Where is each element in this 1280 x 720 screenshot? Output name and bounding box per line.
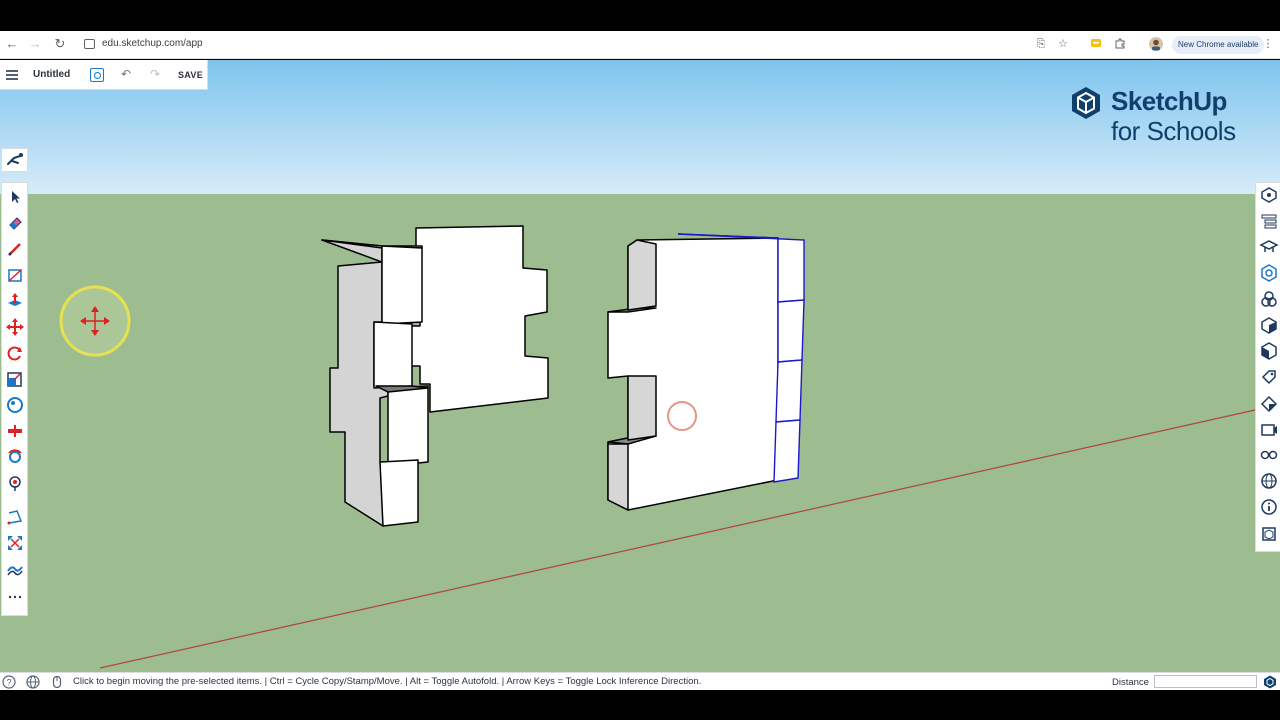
move-tool-icon[interactable] — [5, 317, 25, 337]
model-canvas[interactable] — [0, 60, 1280, 672]
display-icon[interactable] — [1259, 419, 1279, 439]
document-title[interactable]: Untitled — [33, 69, 70, 80]
eraser-tool-icon[interactable] — [5, 213, 25, 233]
materials-icon[interactable] — [1259, 289, 1279, 309]
instructor-icon[interactable] — [1259, 237, 1279, 257]
geo-location-icon[interactable] — [1259, 471, 1279, 491]
soften-edges-icon[interactable] — [1259, 393, 1279, 413]
sketchup-mini-logo-icon — [1264, 675, 1276, 689]
redo-icon[interactable]: ↷ — [150, 67, 160, 81]
logo-subtitle: for Schools — [1111, 116, 1236, 146]
extensions-puzzle-icon[interactable] — [1113, 37, 1127, 51]
pencil-tool-icon[interactable] — [5, 239, 25, 259]
outliner-icon[interactable] — [1259, 211, 1279, 231]
scenes-icon[interactable] — [1259, 341, 1279, 361]
status-toggle-icon[interactable] — [90, 68, 104, 82]
undo-icon[interactable]: ↶ — [121, 67, 131, 81]
sketchup-logo-mark-icon — [1072, 87, 1100, 119]
modeling-viewport[interactable]: Untitled ↶ ↷ SAVE SketchUp for Schools — [0, 60, 1280, 672]
right-panel-toolbar — [1255, 182, 1280, 552]
zoom-extents-tool-icon[interactable] — [5, 533, 25, 553]
update-chrome-button[interactable]: New Chrome available — [1172, 36, 1265, 54]
save-button[interactable]: SAVE — [178, 70, 203, 80]
address-bar[interactable]: edu.sketchup.com/app — [102, 38, 203, 49]
profile-avatar[interactable] — [1149, 37, 1163, 51]
logo-name: SketchUp — [1111, 86, 1227, 116]
extension-yellow-icon[interactable] — [1089, 37, 1103, 51]
tape-measure-tool-icon[interactable] — [5, 507, 25, 527]
browser-menu-icon[interactable]: ⋮ — [1261, 37, 1275, 51]
push-pull-tool-icon[interactable] — [5, 291, 25, 311]
look-around-tool-icon[interactable] — [5, 473, 25, 493]
status-hint: Click to begin moving the pre-selected i… — [73, 676, 702, 687]
move-cursor — [59, 285, 131, 357]
info-icon[interactable] — [1259, 497, 1279, 517]
model-piece-right — [607, 237, 779, 511]
model-info-icon[interactable] — [1259, 523, 1279, 543]
tags-icon[interactable] — [1259, 367, 1279, 387]
install-app-icon[interactable]: ⎘ — [1034, 37, 1048, 51]
entity-info-icon[interactable] — [1259, 185, 1279, 205]
reload-icon[interactable]: ↻ — [52, 36, 68, 52]
left-toolbar — [1, 182, 28, 616]
rotate-tool-icon[interactable] — [5, 343, 25, 363]
help-icon[interactable]: ? — [2, 675, 16, 689]
components-icon[interactable] — [1259, 263, 1279, 283]
svg-text:?: ? — [6, 678, 11, 688]
back-arrow-icon[interactable]: ← — [4, 36, 20, 52]
forward-arrow-icon[interactable]: → — [27, 36, 43, 52]
document-header: Untitled ↶ ↷ SAVE — [0, 60, 208, 90]
xray-glasses-icon[interactable] — [1259, 445, 1279, 465]
language-globe-icon[interactable] — [26, 675, 40, 689]
more-tools-icon[interactable] — [5, 587, 25, 607]
distance-input[interactable] — [1154, 675, 1257, 688]
bookmark-star-icon[interactable]: ☆ — [1056, 37, 1070, 51]
select-tool-icon[interactable] — [5, 187, 25, 207]
sketchup-logo: SketchUp for Schools — [1069, 86, 1259, 150]
site-info-icon[interactable] — [84, 39, 95, 49]
status-bar: ? Click to begin moving the pre-selected… — [0, 672, 1280, 690]
styles-icon[interactable] — [1259, 315, 1279, 335]
hamburger-menu-icon[interactable] — [6, 70, 18, 80]
rectangle-tool-icon[interactable] — [5, 265, 25, 285]
model-piece-left-front — [321, 239, 429, 527]
instructor-toggle[interactable] — [1, 148, 28, 172]
paint-bucket-tool-icon[interactable] — [5, 395, 25, 415]
distance-label: Distance — [1112, 677, 1149, 688]
sandbox-tool-icon[interactable] — [5, 559, 25, 579]
browser-toolbar: ← → ↻ edu.sketchup.com/app ⎘ ☆ New Chrom… — [0, 31, 1280, 59]
orbit-tool-icon[interactable] — [5, 447, 25, 467]
scale-tool-icon[interactable] — [5, 369, 25, 389]
mouse-hint-icon[interactable] — [50, 675, 64, 689]
section-plane-tool-icon[interactable] — [5, 421, 25, 441]
model-piece-left-back — [408, 225, 549, 413]
search-tool-icon — [7, 153, 23, 165]
screen: ← → ↻ edu.sketchup.com/app ⎘ ☆ New Chrom… — [0, 0, 1280, 720]
